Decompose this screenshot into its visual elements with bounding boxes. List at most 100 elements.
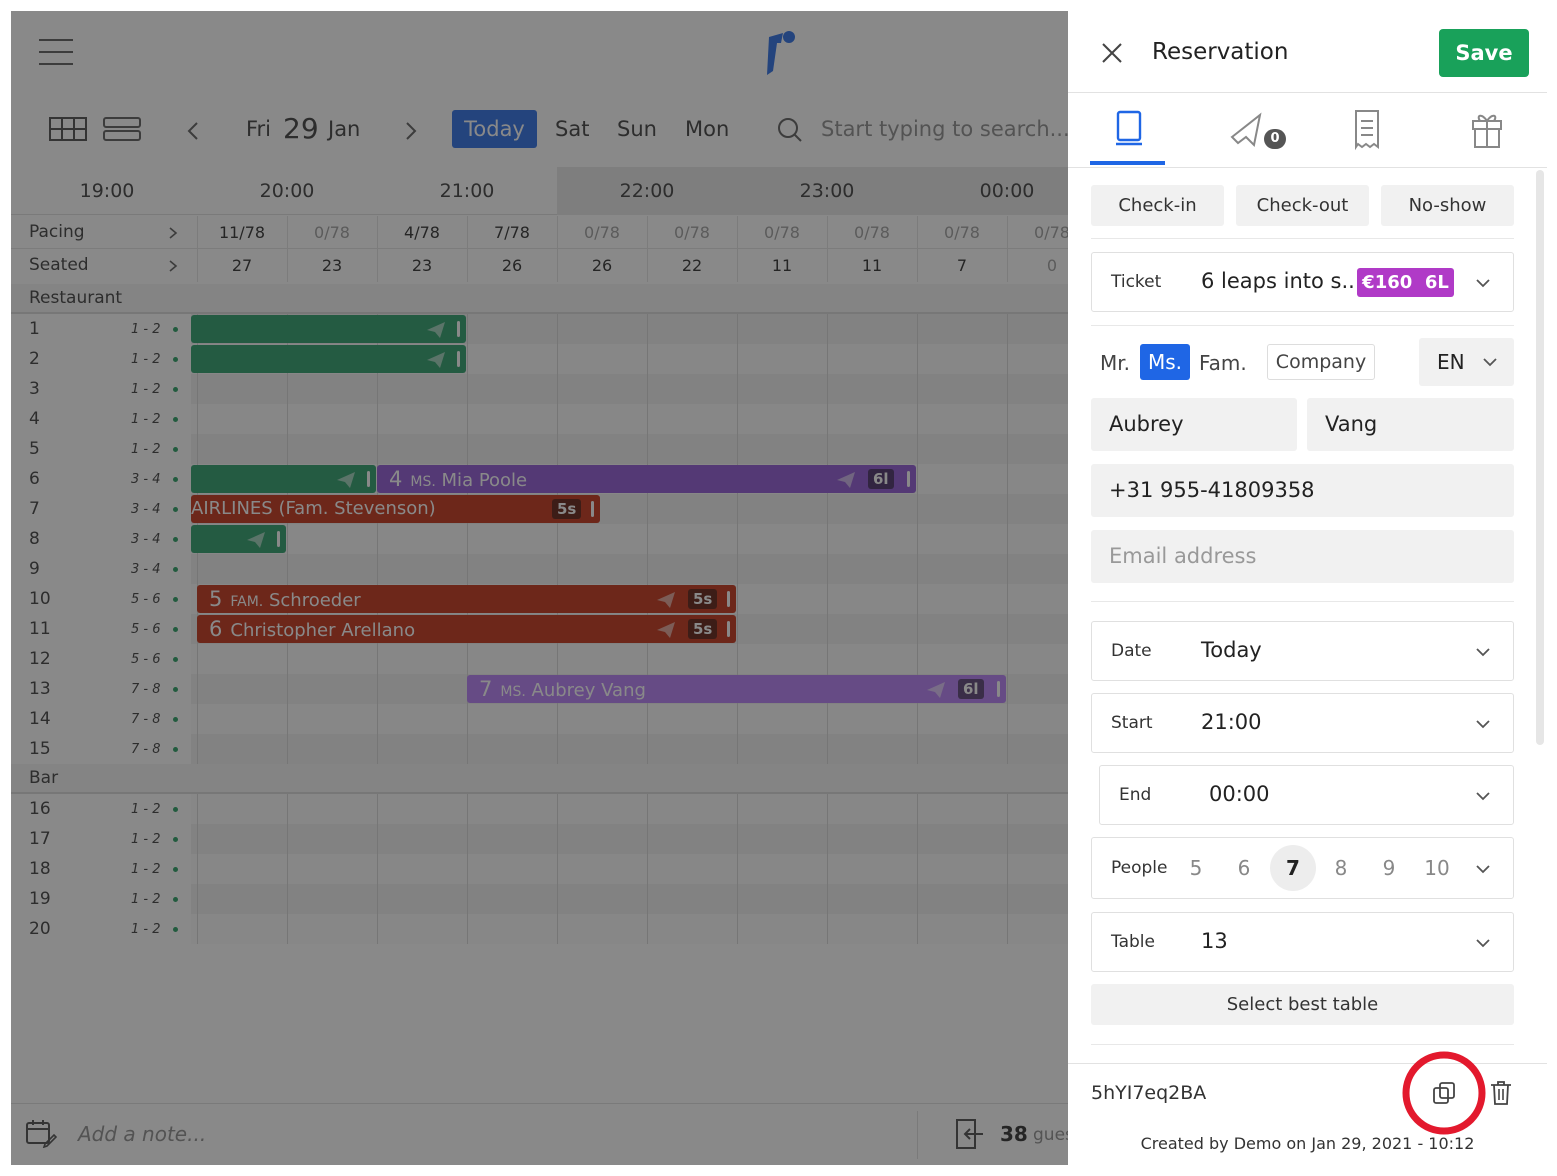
table-number: 16 xyxy=(29,799,51,819)
grid-view-icon[interactable] xyxy=(49,117,87,141)
date-select[interactable]: Date Today xyxy=(1091,621,1514,681)
salutation-mr[interactable]: Mr. xyxy=(1100,351,1130,375)
table-row[interactable]: 16 1 - 2 xyxy=(11,794,1068,824)
resize-handle[interactable] xyxy=(277,531,280,547)
resize-handle[interactable] xyxy=(457,321,460,337)
grid-line xyxy=(647,494,737,524)
table-capacity: 1 - 2 xyxy=(131,802,161,817)
table-select[interactable]: Table 13 xyxy=(1091,912,1514,972)
people-option-10[interactable]: 10 xyxy=(1424,856,1449,880)
table-row[interactable]: 9 3 - 4 xyxy=(11,554,1068,584)
availability-dot xyxy=(173,807,178,812)
reservation-bar[interactable] xyxy=(191,345,466,373)
people-select[interactable]: People 5 6 7 8 9 10 xyxy=(1091,837,1514,899)
party-size: 5 xyxy=(209,587,223,611)
save-button[interactable]: Save xyxy=(1439,29,1529,77)
grid-line xyxy=(647,824,737,854)
reservation-bar[interactable] xyxy=(191,525,286,553)
grid-line xyxy=(557,794,647,824)
chevron-left-icon[interactable] xyxy=(187,121,199,141)
receipt-icon[interactable] xyxy=(1332,107,1402,152)
first-name-input[interactable]: Aubrey xyxy=(1091,398,1297,451)
chevron-right-icon[interactable] xyxy=(168,259,178,273)
day-mon-button[interactable]: Mon xyxy=(685,117,729,141)
search-input[interactable]: Start typing to search... xyxy=(821,117,1068,141)
reservation-bar[interactable] xyxy=(191,465,376,493)
book-icon[interactable] xyxy=(1094,107,1164,152)
list-view-icon[interactable] xyxy=(103,117,141,141)
resize-handle[interactable] xyxy=(727,621,730,637)
resize-handle[interactable] xyxy=(591,501,594,517)
check-in-button[interactable]: Check-in xyxy=(1091,185,1224,226)
hamburger-icon[interactable] xyxy=(39,39,73,65)
table-row[interactable]: 3 1 - 2 xyxy=(11,374,1068,404)
language-select[interactable]: EN xyxy=(1419,338,1514,386)
gift-icon[interactable] xyxy=(1452,107,1522,152)
table-row[interactable]: 2 1 - 2 xyxy=(11,344,1068,374)
people-option-7[interactable]: 7 xyxy=(1286,856,1300,880)
check-out-button[interactable]: Check-out xyxy=(1236,185,1369,226)
date-value: Today xyxy=(1201,638,1262,662)
close-icon[interactable] xyxy=(1101,42,1123,64)
reservation-bar[interactable]: 5 FAM. Schroeder 5s xyxy=(197,585,736,613)
section-name: Bar xyxy=(29,768,59,788)
phone-input[interactable]: +31 955-41809358 xyxy=(1091,464,1514,517)
resize-handle[interactable] xyxy=(997,681,1000,697)
company-toggle[interactable]: Company xyxy=(1267,344,1375,380)
resize-handle[interactable] xyxy=(457,351,460,367)
table-row[interactable]: 1 1 - 2 xyxy=(11,314,1068,344)
table-row[interactable]: 17 1 - 2 xyxy=(11,824,1068,854)
reservation-bar[interactable]: AIRLINES (Fam. Stevenson) 5s xyxy=(191,495,600,523)
grid-line xyxy=(287,914,377,944)
email-input[interactable]: Email address xyxy=(1091,530,1514,583)
day-sun-button[interactable]: Sun xyxy=(617,117,657,141)
table-row[interactable]: 12 5 - 6 xyxy=(11,644,1068,674)
salutation-ms[interactable]: Ms. xyxy=(1140,344,1190,380)
table-row[interactable]: 8 3 - 4 xyxy=(11,524,1068,554)
reservation-bar[interactable]: 4 MS. Mia Poole 6l xyxy=(377,465,916,493)
end-time-select[interactable]: End 00:00 xyxy=(1099,765,1514,825)
availability-dot xyxy=(173,507,178,512)
people-option-9[interactable]: 9 xyxy=(1383,856,1396,880)
people-option-8[interactable]: 8 xyxy=(1335,856,1348,880)
trash-icon[interactable] xyxy=(1490,1080,1512,1106)
people-option-6[interactable]: 6 xyxy=(1238,856,1251,880)
table-row[interactable]: 4 1 - 2 xyxy=(11,404,1068,434)
seated-label[interactable]: Seated xyxy=(29,255,89,275)
reservation-bar[interactable]: 7 MS. Aubrey Vang 6l xyxy=(467,675,1006,703)
no-show-button[interactable]: No-show xyxy=(1381,185,1514,226)
resize-handle[interactable] xyxy=(907,471,910,487)
table-row[interactable]: 14 7 - 8 xyxy=(11,704,1068,734)
resize-handle[interactable] xyxy=(367,471,370,487)
grid-line xyxy=(467,554,557,584)
reservation-bar[interactable]: 6 Christopher Arellano 5s xyxy=(197,615,736,643)
chevron-right-icon[interactable] xyxy=(168,226,178,240)
table-row[interactable]: 20 1 - 2 xyxy=(11,914,1068,944)
reservation-bar[interactable] xyxy=(191,315,466,343)
table-row[interactable]: 18 1 - 2 xyxy=(11,854,1068,884)
resize-handle[interactable] xyxy=(727,591,730,607)
ticket-select[interactable]: Ticket 6 leaps into s... €160 6L xyxy=(1091,252,1514,312)
today-button[interactable]: Today xyxy=(452,110,537,148)
day-sat-button[interactable]: Sat xyxy=(555,117,589,141)
table-row[interactable]: 5 1 - 2 xyxy=(11,434,1068,464)
note-input[interactable]: Add a note... xyxy=(78,1122,206,1146)
chevron-right-icon[interactable] xyxy=(405,121,417,141)
grid-line xyxy=(917,314,1007,344)
pacing-label[interactable]: Pacing xyxy=(29,222,85,242)
grid-line xyxy=(647,314,737,344)
people-option-5[interactable]: 5 xyxy=(1190,856,1203,880)
start-value: 21:00 xyxy=(1201,710,1262,734)
start-time-select[interactable]: Start 21:00 xyxy=(1091,693,1514,753)
send-icon xyxy=(836,470,856,488)
door-enter-icon xyxy=(956,1119,983,1149)
grid-line xyxy=(737,824,827,854)
panel-footer: 5hYI7eq2BA Created by Demo on Jan 29, 20… xyxy=(1068,1051,1547,1165)
salutation-fam[interactable]: Fam. xyxy=(1199,351,1247,375)
select-best-table-button[interactable]: Select best table xyxy=(1091,984,1514,1025)
chevron-down-icon[interactable] xyxy=(1475,864,1491,874)
panel-scrollbar[interactable] xyxy=(1536,170,1544,745)
last-name-input[interactable]: Vang xyxy=(1307,398,1514,451)
table-row[interactable]: 19 1 - 2 xyxy=(11,884,1068,914)
table-row[interactable]: 15 7 - 8 xyxy=(11,734,1068,764)
